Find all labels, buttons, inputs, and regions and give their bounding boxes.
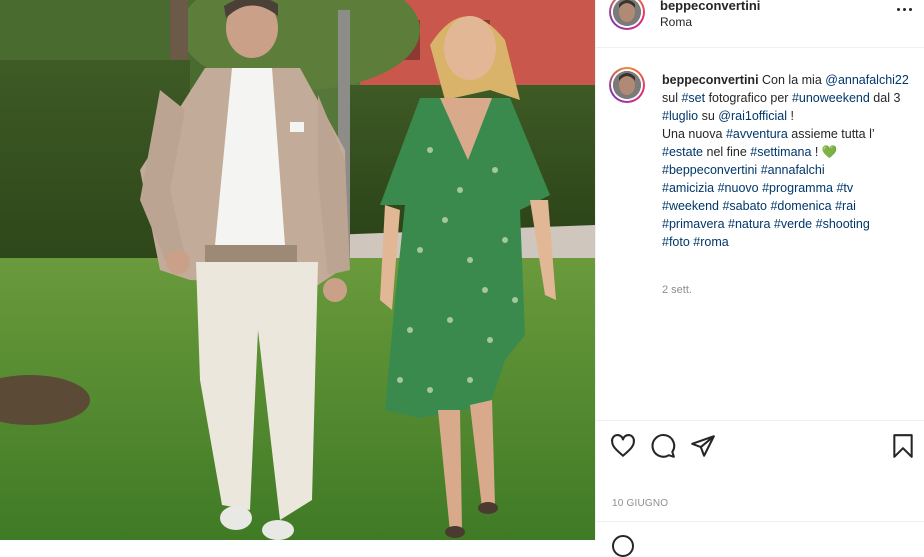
caption-text-segment: sul (662, 91, 682, 105)
hashtag-link[interactable]: #settimana (750, 145, 811, 159)
avatar-photo (613, 71, 641, 99)
green-heart-emoji: 💚 (821, 145, 838, 159)
hashtag-link[interactable]: #natura (728, 217, 770, 231)
caption-text-segment: Una nuova (662, 127, 726, 141)
caption-avatar[interactable] (609, 67, 645, 103)
avatar-photo (613, 0, 641, 26)
paper-plane-icon[interactable] (690, 433, 716, 459)
mention-link[interactable]: @annafalchi22 (825, 73, 909, 87)
hashtag-link[interactable]: #programma (762, 181, 833, 195)
post-header: beppeconvertini Roma (596, 0, 924, 48)
emoji-icon[interactable] (612, 535, 634, 557)
hashtag-link[interactable]: #tv (836, 181, 853, 195)
mention-link[interactable]: @rai1official (718, 109, 787, 123)
hashtag-link[interactable]: #amicizia (662, 181, 714, 195)
hashtag-link[interactable]: #shooting (816, 217, 870, 231)
caption-text-segment: dal 3 (869, 91, 901, 105)
hashtag-link[interactable]: #domenica (770, 199, 831, 213)
hashtag-link[interactable]: #nuovo (718, 181, 759, 195)
post-photo[interactable] (0, 0, 595, 540)
caption-text-segment: ! (787, 109, 794, 123)
post-caption: beppeconvertini Con la mia @annafalchi22… (662, 71, 914, 251)
caption-text-segment: nel fine (703, 145, 751, 159)
time-ago[interactable]: 2 sett. (662, 284, 692, 296)
hashtag-link[interactable]: #estate (662, 145, 703, 159)
hashtag-link[interactable]: #avventura (726, 127, 788, 141)
comment-icon[interactable] (650, 433, 676, 459)
more-options-icon[interactable] (895, 4, 915, 16)
caption-text-segment: ! (811, 145, 822, 159)
post-date[interactable]: 10 GIUGNO (612, 498, 668, 509)
author-username[interactable]: beppeconvertini (660, 0, 760, 13)
hashtag-link[interactable]: #roma (693, 235, 728, 249)
hashtag-link[interactable]: #beppeconvertini (662, 163, 757, 177)
caption-text-segment: fotografico per (705, 91, 792, 105)
avatar[interactable] (609, 0, 645, 30)
hashtag-link[interactable]: #annafalchi (761, 163, 825, 177)
caption-text-segment: assieme tutta l’ (787, 127, 875, 141)
caption-username[interactable]: beppeconvertini (662, 73, 759, 87)
hashtag-link[interactable]: #set (681, 91, 705, 105)
add-comment-row (596, 521, 924, 557)
caption-text: Con la mia @annafalchi22 sul #set fotogr… (662, 73, 909, 249)
hashtag-link[interactable]: #unoweekend (792, 91, 870, 105)
hashtag-link[interactable]: #primavera (662, 217, 725, 231)
post-photo-illustration (0, 0, 595, 540)
caption-section: beppeconvertini Con la mia @annafalchi22… (596, 48, 924, 420)
hashtag-link[interactable]: #foto (662, 235, 690, 249)
heart-icon[interactable] (610, 433, 636, 459)
post-location[interactable]: Roma (660, 15, 692, 29)
hashtag-link[interactable]: #sabato (722, 199, 766, 213)
hashtag-link[interactable]: #weekend (662, 199, 719, 213)
caption-text-segment: Con la mia (758, 73, 826, 87)
post-details-panel: beppeconvertini Roma beppeconvertini Con… (595, 0, 924, 557)
action-bar (596, 420, 924, 472)
hashtag-link[interactable]: #luglio (662, 109, 698, 123)
hashtag-link[interactable]: #verde (774, 217, 812, 231)
bookmark-icon[interactable] (890, 433, 916, 459)
hashtag-link[interactable]: #rai (835, 199, 856, 213)
caption-text-segment: su (698, 109, 719, 123)
